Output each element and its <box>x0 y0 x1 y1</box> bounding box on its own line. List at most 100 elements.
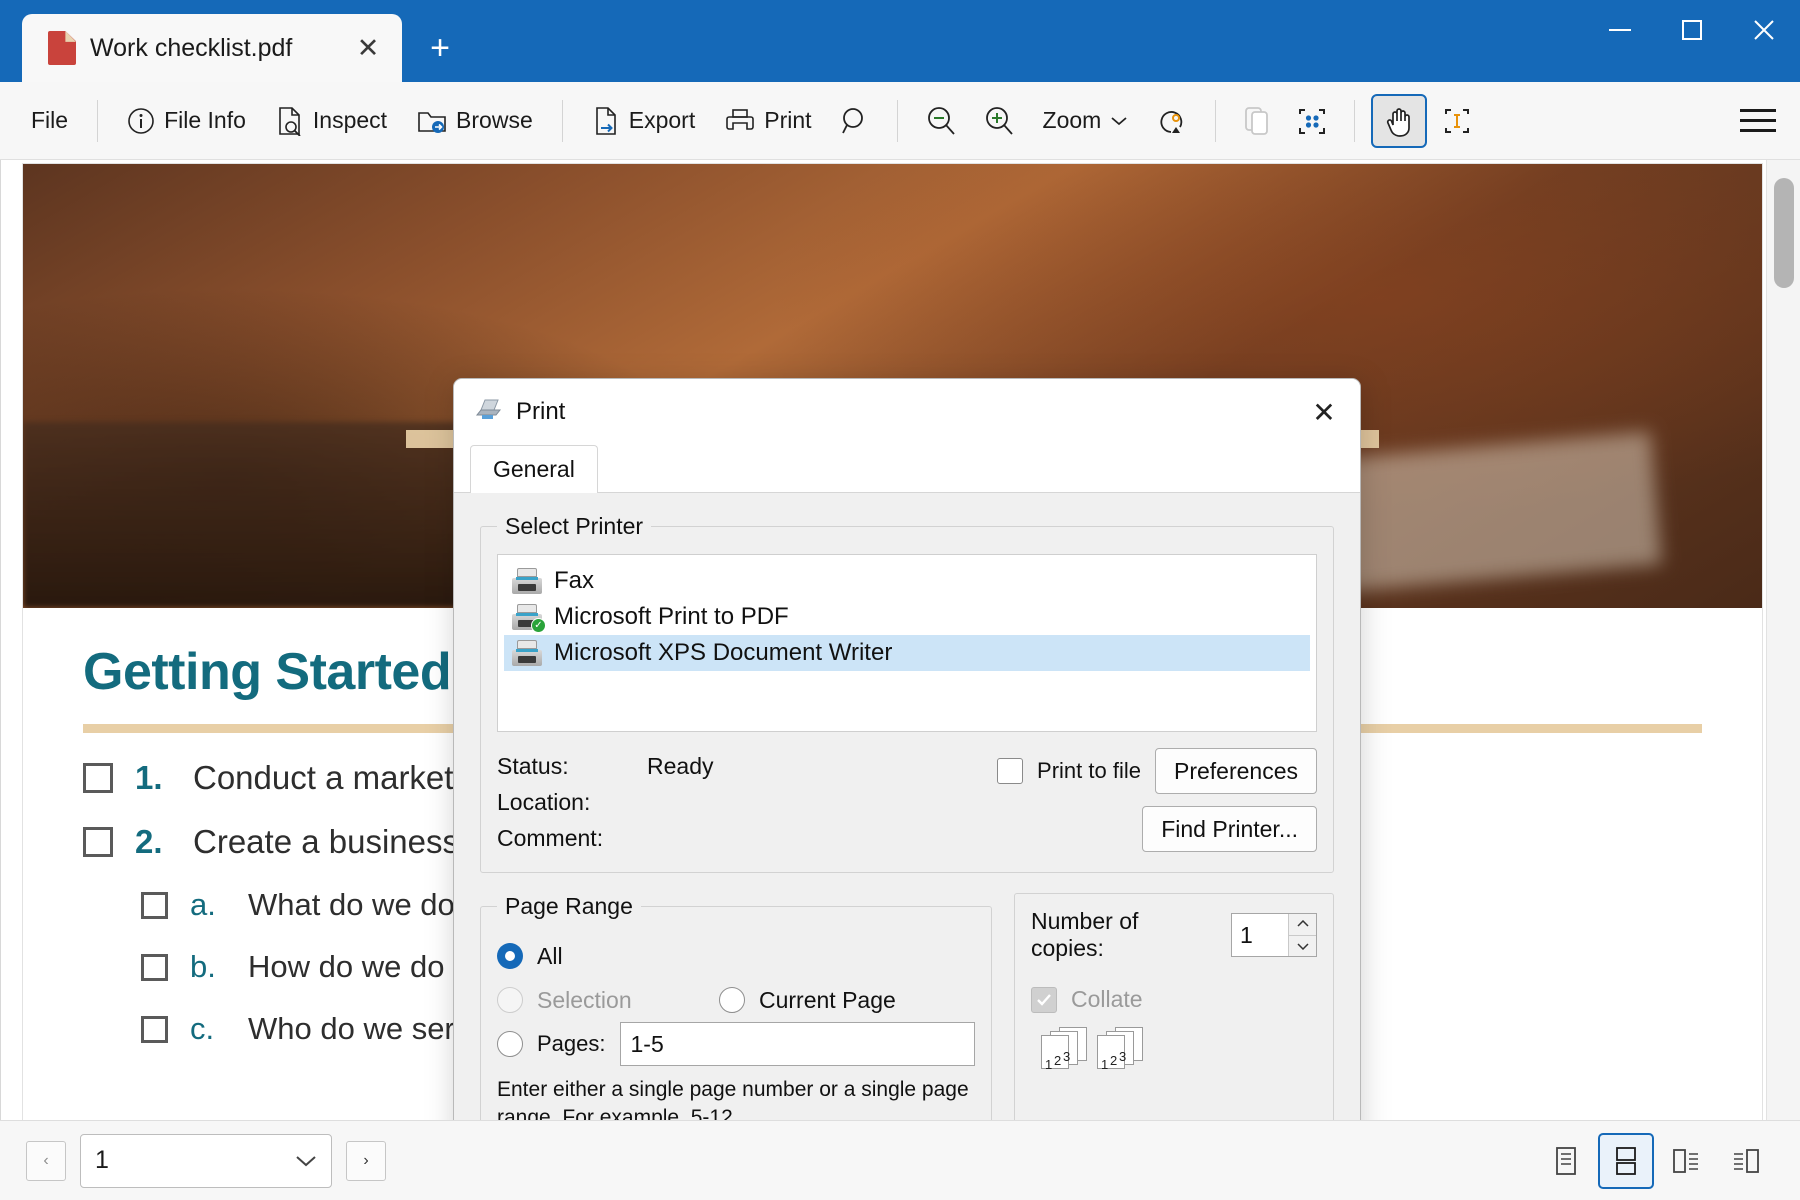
default-printer-check-icon: ✓ <box>531 618 546 633</box>
range-columns: Selection Current Page <box>497 978 975 1022</box>
pan-tool-button[interactable] <box>1371 93 1428 148</box>
document-viewport[interactable]: Getting Started 1. Conduct a market anal… <box>0 160 1800 1120</box>
checkbox-icon[interactable] <box>83 827 113 857</box>
search-button[interactable] <box>829 94 881 148</box>
stepper-up-icon[interactable] <box>1289 914 1316 935</box>
print-button[interactable]: Print <box>712 94 824 148</box>
new-tab-icon[interactable]: + <box>414 22 466 74</box>
dialog-title: Print <box>516 398 566 425</box>
comment-label: Comment: <box>497 824 604 851</box>
two-page-view-button[interactable] <box>1658 1133 1714 1189</box>
find-printer-button[interactable]: Find Printer... <box>1142 806 1317 852</box>
export-icon <box>592 106 620 136</box>
copies-row: Number of copies: 1 <box>1031 908 1317 962</box>
dialog-close-icon[interactable]: ✕ <box>1298 388 1350 436</box>
status-bar: ‹ 1 › <box>0 1120 1800 1200</box>
toolbar-separator <box>561 99 563 142</box>
pages-input[interactable]: 1-5 <box>619 1022 975 1066</box>
subitem-text: What do we do? <box>248 887 473 922</box>
rotate-button[interactable] <box>1145 94 1199 148</box>
checkbox-icon[interactable] <box>141 1015 168 1043</box>
page-number-select[interactable]: 1 <box>80 1133 332 1188</box>
checkbox-icon[interactable] <box>83 763 113 793</box>
export-button[interactable]: Export <box>579 94 708 148</box>
range-option-all[interactable]: All <box>497 934 975 978</box>
thumbnails-button[interactable] <box>1286 94 1338 148</box>
document-tab[interactable]: Work checklist.pdf ✕ <box>22 14 402 82</box>
printer-list-item-selected[interactable]: Microsoft XPS Document Writer <box>504 635 1310 671</box>
file-info-label: File Info <box>164 107 246 133</box>
stepper-down-icon[interactable] <box>1289 934 1316 956</box>
file-info-button[interactable]: File Info <box>114 94 259 148</box>
sheet-number: 3 <box>1063 1049 1071 1064</box>
printer-list[interactable]: Fax ✓ Microsoft Print to PDF Microsoft X… <box>497 554 1317 732</box>
location-row: Location: <box>497 784 977 820</box>
maximize-icon[interactable] <box>1656 0 1728 60</box>
zoom-in-button[interactable] <box>972 94 1026 148</box>
vertical-scrollbar[interactable] <box>1766 160 1800 1120</box>
copies-label: Number of copies: <box>1031 908 1139 961</box>
all-radio[interactable] <box>497 943 523 969</box>
zoom-out-button[interactable] <box>914 94 968 148</box>
range-option-pages[interactable]: Pages: 1-5 <box>497 1022 975 1066</box>
page-number-value: 1 <box>95 1146 109 1174</box>
app-menu-button[interactable] <box>1740 109 1776 132</box>
range-option-current-page[interactable]: Current Page <box>719 978 975 1022</box>
inspect-button[interactable]: Inspect <box>263 94 400 148</box>
printer-list-item[interactable]: ✓ Microsoft Print to PDF <box>504 599 1310 635</box>
sheet-number: 3 <box>1119 1049 1127 1064</box>
printer-list-item[interactable]: Fax <box>504 563 1310 599</box>
copies-stepper[interactable]: 1 <box>1231 913 1317 957</box>
printer-dialog-icon <box>474 396 504 428</box>
search-icon <box>840 106 870 136</box>
tab-title: Work checklist.pdf <box>90 33 293 62</box>
print-to-file-checkbox[interactable] <box>997 758 1024 784</box>
previous-page-button[interactable]: ‹ <box>26 1140 66 1181</box>
selection-radio <box>497 987 523 1013</box>
page-stack-icon <box>1243 105 1271 137</box>
page-view-button[interactable] <box>1232 94 1282 148</box>
close-window-icon[interactable] <box>1728 0 1800 60</box>
current-page-radio[interactable] <box>719 987 745 1013</box>
copies-value[interactable]: 1 <box>1232 914 1288 956</box>
chevron-down-icon[interactable] <box>295 1146 317 1175</box>
checkbox-icon[interactable] <box>141 953 168 981</box>
checkbox-icon[interactable] <box>141 891 168 919</box>
printer-actions: Print to file Preferences Find Printer..… <box>977 748 1317 856</box>
continuous-view-button[interactable] <box>1598 1132 1654 1189</box>
print-to-file-row[interactable]: Print to file Preferences <box>977 748 1317 794</box>
subitem-marker: a. <box>190 887 216 922</box>
select-text-button[interactable] <box>1431 94 1483 148</box>
sheet-number: 2 <box>1054 1053 1062 1068</box>
dialog-title-bar: Print ✕ <box>454 379 1360 445</box>
tab-general[interactable]: General <box>470 445 598 493</box>
page-range-legend: Page Range <box>505 893 633 919</box>
stepper-buttons <box>1288 914 1316 956</box>
grid-dots-icon <box>1297 106 1327 136</box>
zoom-in-icon <box>983 105 1015 137</box>
next-page-button[interactable]: › <box>346 1140 386 1181</box>
zoom-dropdown-button[interactable]: Zoom <box>1030 94 1142 148</box>
inspect-label: Inspect <box>312 107 388 133</box>
printer-icon <box>512 568 542 594</box>
document-search-icon <box>276 106 304 136</box>
minimize-icon[interactable] <box>1584 0 1656 60</box>
printer-name: Microsoft XPS Document Writer <box>554 639 893 666</box>
pages-radio[interactable] <box>497 1031 523 1057</box>
lower-section: Page Range All Selection Current Page Pa… <box>480 893 1334 1120</box>
sheet-number: 1 <box>1045 1057 1053 1072</box>
select-printer-legend: Select Printer <box>505 513 644 539</box>
preferences-button[interactable]: Preferences <box>1154 748 1317 794</box>
browse-label: Browse <box>456 107 533 133</box>
book-view-button[interactable] <box>1718 1133 1774 1189</box>
toolbar-separator <box>1215 99 1217 142</box>
subitem-marker: c. <box>190 1011 215 1046</box>
scrollbar-thumb[interactable] <box>1774 178 1794 288</box>
collate-label: Collate <box>1071 986 1143 1012</box>
single-page-view-button[interactable] <box>1538 1133 1594 1189</box>
file-menu-button[interactable]: File <box>18 94 81 148</box>
print-label: Print <box>764 107 812 133</box>
status-value: Ready <box>647 752 714 779</box>
browse-button[interactable]: Browse <box>404 94 546 148</box>
close-tab-icon[interactable]: ✕ <box>348 28 388 68</box>
